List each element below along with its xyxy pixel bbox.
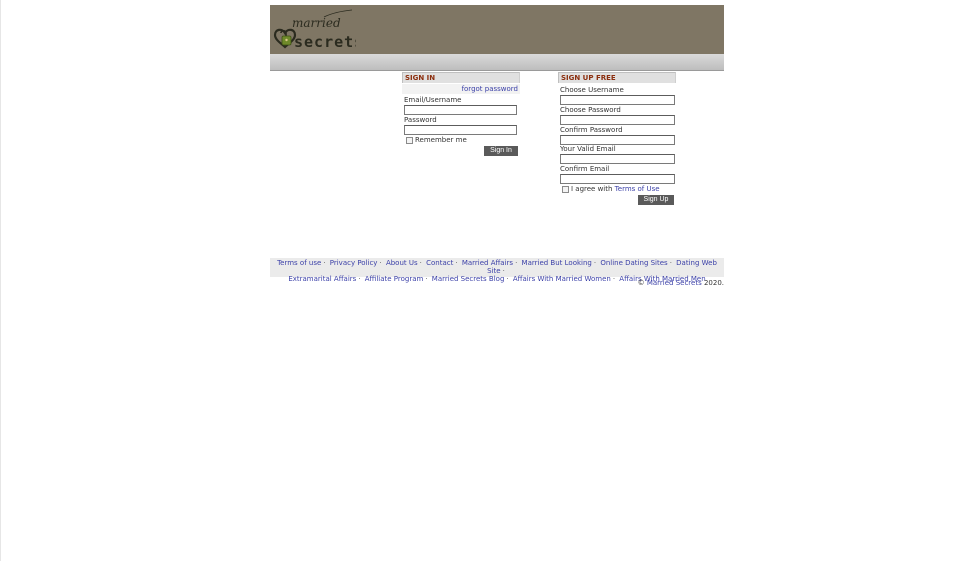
copyright-site-link[interactable]: Married Secrets <box>647 279 702 287</box>
signin-password-label: Password <box>404 116 437 124</box>
signup-email-label: Your Valid Email <box>560 145 616 153</box>
signup-confirm-password-input[interactable] <box>560 135 675 145</box>
footer-links: Terms of use · Privacy Policy · About Us · … <box>270 258 724 283</box>
remember-me-label: Remember me <box>415 136 467 144</box>
footer-links-row-1: Terms of use · Privacy Policy · About Us · … <box>277 259 717 275</box>
agree-terms-prefix: I agree with <box>571 185 613 193</box>
signin-password-input[interactable] <box>404 125 517 135</box>
signup-email-input[interactable] <box>560 154 675 164</box>
signup-password-label: Choose Password <box>560 106 621 114</box>
site-header: married secrets <box>270 5 724 54</box>
married-secrets-logo[interactable]: married secrets <box>272 9 356 51</box>
footer-link-terms-of-use[interactable]: Terms of use <box>277 259 321 267</box>
footer-link-privacy-policy[interactable]: Privacy Policy <box>330 259 378 267</box>
signin-title: SIGN IN <box>402 72 520 83</box>
forgot-password-row: forgot password <box>402 84 520 94</box>
footer-link-online-dating-sites[interactable]: Online Dating Sites <box>600 259 667 267</box>
header-subbar <box>270 54 724 71</box>
terms-of-use-link[interactable]: Terms of Use <box>615 185 660 193</box>
agree-terms-checkbox[interactable] <box>562 186 569 193</box>
signup-password-input[interactable] <box>560 115 675 125</box>
signup-title: SIGN UP FREE <box>558 72 676 83</box>
forgot-password-link[interactable]: forgot password <box>462 85 518 93</box>
sign-up-button[interactable]: Sign Up <box>638 195 674 205</box>
copyright-year: 2020. <box>703 279 724 287</box>
logo-secrets-text: secrets <box>294 33 356 51</box>
agree-terms-label: I agree with Terms of Use <box>571 185 660 194</box>
signin-email-label: Email/Username <box>404 96 462 104</box>
signup-confirm-email-input[interactable] <box>560 174 675 184</box>
copyright: © Married Secrets 2020. <box>270 279 724 288</box>
window-edge <box>0 0 1 561</box>
footer-link-about-us[interactable]: About Us <box>386 259 418 267</box>
remember-me-checkbox[interactable] <box>406 137 413 144</box>
signup-username-label: Choose Username <box>560 86 624 94</box>
logo-married-text: married <box>292 16 341 30</box>
footer-link-married-affairs[interactable]: Married Affairs <box>462 259 513 267</box>
signup-confirm-email-label: Confirm Email <box>560 165 610 173</box>
copyright-symbol: © <box>637 279 645 287</box>
signup-confirm-password-label: Confirm Password <box>560 126 623 134</box>
sign-in-button[interactable]: Sign In <box>484 146 518 156</box>
footer-link-married-but-looking[interactable]: Married But Looking <box>522 259 592 267</box>
footer-link-contact[interactable]: Contact <box>426 259 453 267</box>
signin-email-input[interactable] <box>404 105 517 115</box>
heart-lock-icon <box>273 28 297 49</box>
signup-username-input[interactable] <box>560 95 675 105</box>
